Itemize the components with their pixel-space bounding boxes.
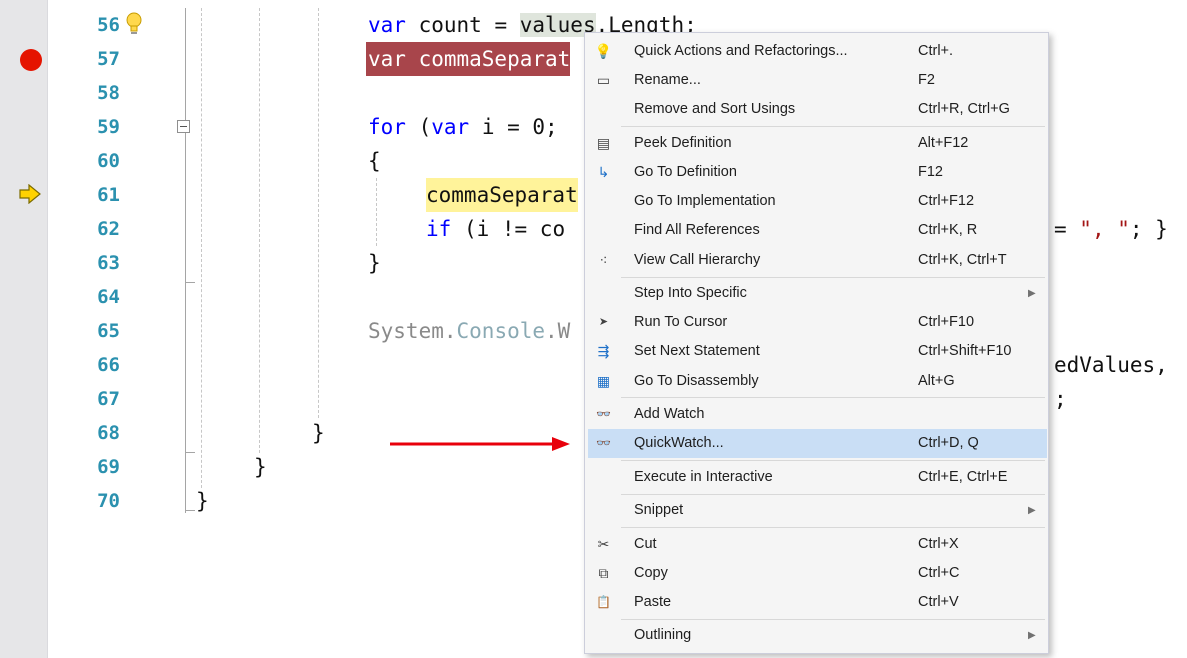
menu-item-step-into-specific[interactable]: Step Into Specific ▶ (588, 279, 1047, 308)
line-number: 70 (97, 490, 120, 512)
submenu-arrow-icon: ▶ (1028, 505, 1036, 516)
menu-separator (621, 397, 1045, 398)
menu-item-set-next-statement[interactable]: ⇶ Set Next Statement Ctrl+Shift+F10 (588, 337, 1047, 366)
disassembly-icon: ▦ (596, 373, 611, 389)
run-to-cursor-icon: ➤ (598, 316, 609, 328)
menu-item-rename[interactable]: ▭ Rename... F2 (588, 66, 1047, 95)
context-menu[interactable]: 💡 Quick Actions and Refactorings... Ctrl… (584, 32, 1049, 654)
menu-item-peek-definition[interactable]: ▤ Peek Definition Alt+F12 (588, 129, 1047, 158)
code-fragment-67: ; (1054, 387, 1067, 411)
code-line-57[interactable]: var commaSeparat (366, 42, 571, 76)
go-to-definition-icon: ↳ (597, 164, 610, 180)
line-number: 64 (97, 286, 120, 308)
menu-item-quick-actions[interactable]: 💡 Quick Actions and Refactorings... Ctrl… (588, 37, 1047, 66)
breakpoint-icon[interactable] (20, 49, 42, 71)
glyph-margin[interactable] (0, 0, 48, 658)
code-line-65[interactable]: System.Console.W (368, 314, 570, 348)
paste-icon: 📋 (596, 595, 611, 609)
menu-item-go-to-disassembly[interactable]: ▦ Go To Disassembly Alt+G (588, 367, 1047, 396)
copy-icon: ⧉ (598, 565, 609, 581)
menu-separator (621, 619, 1045, 620)
execution-pointer-icon (19, 184, 41, 204)
menu-item-quickwatch[interactable]: 👓 QuickWatch... Ctrl+D, Q (588, 429, 1047, 458)
indent-guide (259, 8, 260, 453)
set-next-statement-icon: ⇶ (597, 343, 610, 359)
menu-separator (621, 126, 1045, 127)
menu-separator (621, 527, 1045, 528)
menu-separator (621, 460, 1045, 461)
menu-item-remove-sort-usings[interactable]: Remove and Sort Usings Ctrl+R, Ctrl+G (588, 95, 1047, 124)
code-fragment-66: edValues, (1054, 353, 1168, 377)
line-number: 56 (97, 14, 120, 36)
menu-item-add-watch[interactable]: 👓 Add Watch (588, 400, 1047, 429)
menu-item-outlining[interactable]: Outlining ▶ (588, 621, 1047, 650)
line-number: 68 (97, 422, 120, 444)
indent-guide (376, 178, 377, 246)
line-number: 65 (97, 320, 120, 342)
lightbulb-icon: 💡 (594, 43, 613, 59)
code-line-69[interactable]: } (254, 450, 267, 484)
indent-guide (318, 8, 319, 418)
menu-item-go-to-implementation[interactable]: Go To Implementation Ctrl+F12 (588, 187, 1047, 216)
line-numbers: 56 57 58 59 60 61 62 63 64 65 66 67 68 6… (60, 8, 120, 518)
menu-item-find-all-references[interactable]: Find All References Ctrl+K, R (588, 216, 1047, 245)
outline-tick (185, 510, 195, 511)
menu-item-snippet[interactable]: Snippet ▶ (588, 496, 1047, 525)
code-line-61[interactable]: commaSeparat (426, 178, 578, 212)
line-number: 58 (97, 82, 120, 104)
line-number: 67 (97, 388, 120, 410)
menu-item-view-call-hierarchy[interactable]: ⁖ View Call Hierarchy Ctrl+K, Ctrl+T (588, 246, 1047, 275)
menu-separator (621, 494, 1045, 495)
code-fragment-62: = ", "; } (1054, 217, 1168, 241)
line-number: 61 (97, 184, 120, 206)
line-number: 63 (97, 252, 120, 274)
indent-guide (201, 8, 202, 488)
outline-tick (185, 282, 195, 283)
code-line-59[interactable]: for (var i = 0; (368, 110, 558, 144)
code-line-62[interactable]: if (i != co (426, 212, 565, 246)
rename-icon: ▭ (596, 72, 611, 88)
scissors-icon: ✂ (597, 536, 610, 552)
peek-definition-icon: ▤ (596, 135, 611, 151)
menu-separator (621, 277, 1045, 278)
menu-item-cut[interactable]: ✂ Cut Ctrl+X (588, 530, 1047, 559)
code-line-68[interactable]: } (312, 416, 325, 450)
menu-item-run-to-cursor[interactable]: ➤ Run To Cursor Ctrl+F10 (588, 308, 1047, 337)
outline-tick (185, 452, 195, 453)
code-line-60[interactable]: { (368, 144, 381, 178)
code-line-63[interactable]: } (368, 246, 381, 280)
line-number: 60 (97, 150, 120, 172)
menu-item-copy[interactable]: ⧉ Copy Ctrl+C (588, 559, 1047, 588)
lightbulb-icon[interactable] (125, 11, 143, 37)
line-number: 62 (97, 218, 120, 240)
outlining-margin (185, 8, 186, 513)
glasses-icon: 👓 (596, 436, 611, 450)
collapse-toggle[interactable] (177, 120, 190, 133)
line-number: 57 (97, 48, 120, 70)
submenu-arrow-icon: ▶ (1028, 630, 1036, 641)
annotation-arrow (390, 437, 570, 451)
line-number: 69 (97, 456, 120, 478)
menu-item-paste[interactable]: 📋 Paste Ctrl+V (588, 588, 1047, 617)
menu-item-execute-in-interactive[interactable]: Execute in Interactive Ctrl+E, Ctrl+E (588, 463, 1047, 492)
glasses-icon: 👓 (596, 407, 611, 421)
call-hierarchy-icon: ⁖ (599, 252, 608, 268)
menu-item-go-to-definition[interactable]: ↳ Go To Definition F12 (588, 158, 1047, 187)
line-number: 59 (97, 116, 120, 138)
line-number: 66 (97, 354, 120, 376)
submenu-arrow-icon: ▶ (1028, 288, 1036, 299)
code-line-70[interactable]: } (196, 484, 209, 518)
